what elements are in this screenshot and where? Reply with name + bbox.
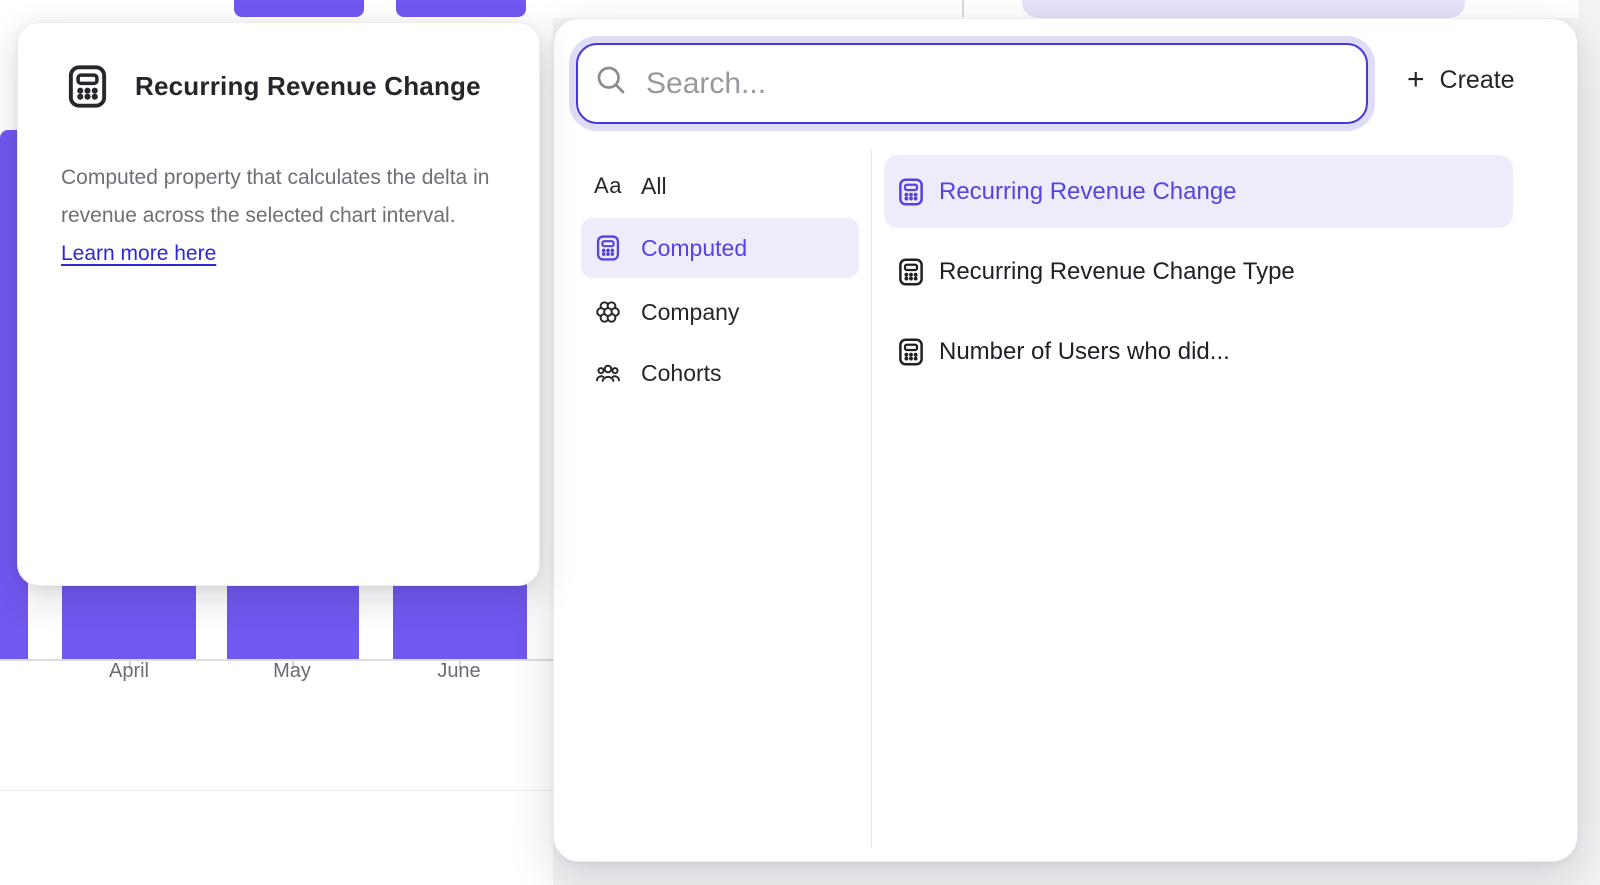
x-axis-label: April bbox=[59, 660, 199, 683]
result-label: Number of Users who did... bbox=[939, 338, 1230, 366]
filter-item-company[interactable]: Company bbox=[581, 282, 859, 342]
filter-label: Company bbox=[641, 299, 739, 326]
cohorts-icon bbox=[594, 359, 622, 387]
calculator-icon bbox=[896, 177, 926, 207]
calculator-icon bbox=[594, 234, 622, 262]
chart-bar bbox=[62, 578, 196, 659]
filter-label: All bbox=[641, 173, 667, 200]
property-picker-panel: + Create Aa All Computed Company Cohorts… bbox=[553, 18, 1578, 862]
result-label: Recurring Revenue Change bbox=[939, 178, 1237, 206]
tooltip-title: Recurring Revenue Change bbox=[135, 71, 481, 102]
result-item-recurring-revenue-change-type[interactable]: Recurring Revenue Change Type bbox=[884, 235, 1513, 308]
filter-label: Computed bbox=[641, 235, 747, 262]
calculator-icon bbox=[896, 257, 926, 287]
chart-bar bbox=[227, 578, 359, 659]
filter-label: Cohorts bbox=[641, 360, 722, 387]
search-input[interactable] bbox=[576, 43, 1368, 124]
property-tooltip-card: Recurring Revenue Change Computed proper… bbox=[17, 22, 540, 586]
x-axis-label: June bbox=[389, 660, 529, 683]
filter-item-cohorts[interactable]: Cohorts bbox=[581, 343, 859, 403]
result-item-recurring-revenue-change[interactable]: Recurring Revenue Change bbox=[884, 155, 1513, 228]
search-input-focus-ring bbox=[569, 36, 1375, 131]
tooltip-description-text: Computed property that calculates the de… bbox=[61, 166, 489, 227]
chart-bar bbox=[393, 578, 527, 659]
chart-bar-truncated-top bbox=[396, 0, 526, 17]
company-icon bbox=[594, 298, 622, 326]
panel-divider bbox=[871, 149, 872, 848]
text-aa-icon: Aa bbox=[594, 172, 622, 200]
overlay-divider-remnant bbox=[962, 0, 964, 17]
calculator-icon bbox=[64, 63, 111, 110]
plus-icon: + bbox=[1407, 65, 1425, 95]
create-button-label: Create bbox=[1440, 66, 1515, 95]
calculator-icon bbox=[896, 337, 926, 367]
create-button[interactable]: + Create bbox=[1399, 59, 1523, 101]
chart-bar-truncated-top bbox=[234, 0, 364, 17]
gridline bbox=[0, 790, 553, 791]
tooltip-description: Computed property that calculates the de… bbox=[61, 159, 497, 273]
x-axis-label: May bbox=[222, 660, 362, 683]
filter-item-computed[interactable]: Computed bbox=[581, 218, 859, 278]
result-item-number-of-users[interactable]: Number of Users who did... bbox=[884, 315, 1513, 388]
top-right-highlighted-item-remnant bbox=[1022, 0, 1465, 18]
filter-item-all[interactable]: Aa All bbox=[581, 156, 859, 216]
result-label: Recurring Revenue Change Type bbox=[939, 258, 1295, 286]
learn-more-link[interactable]: Learn more here bbox=[61, 242, 216, 265]
tooltip-header: Recurring Revenue Change bbox=[64, 63, 481, 110]
